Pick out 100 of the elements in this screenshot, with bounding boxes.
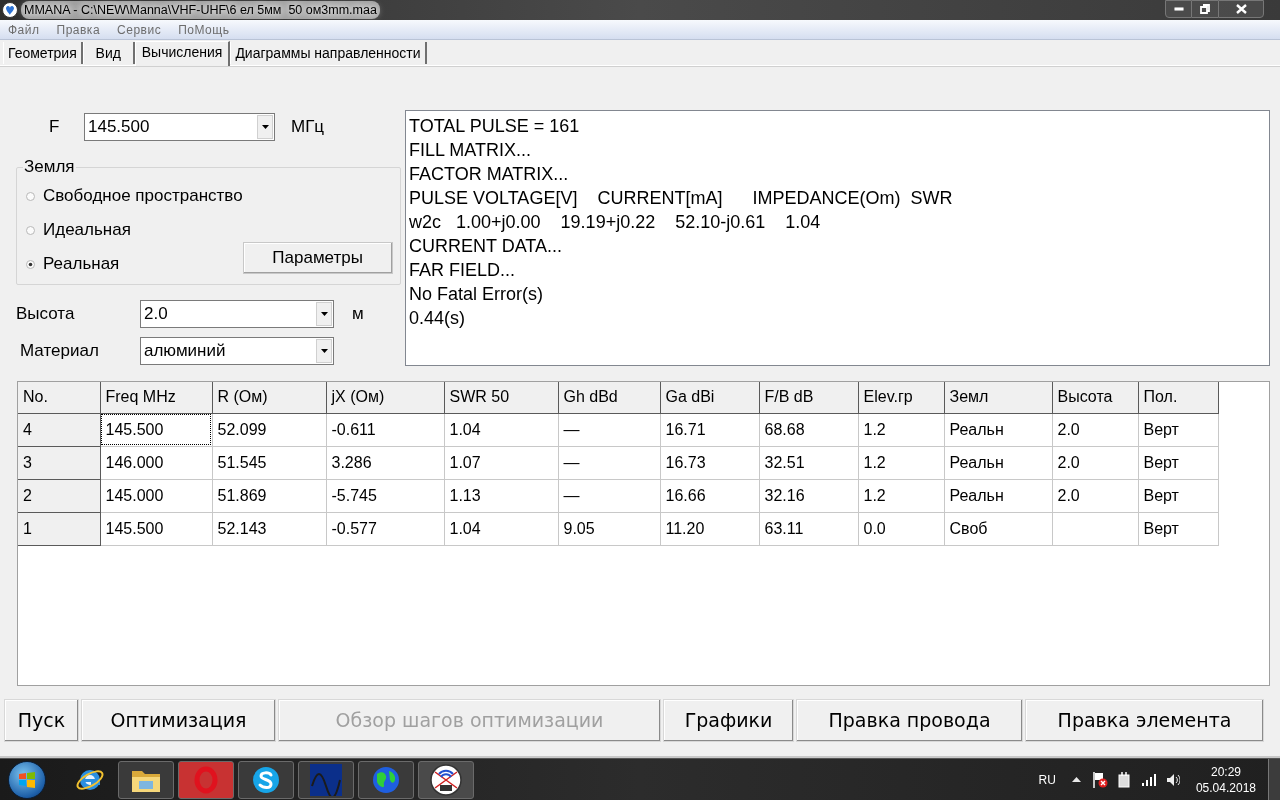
- table-cell: Верт: [1138, 413, 1218, 446]
- table-cell: Верт: [1138, 479, 1218, 512]
- column-header[interactable]: Земл: [944, 382, 1052, 413]
- column-header[interactable]: Gh dBd: [558, 382, 660, 413]
- table-cell: 3.286: [326, 446, 444, 479]
- table-cell: 51.545: [212, 446, 326, 479]
- signal-bars-icon[interactable]: [1141, 773, 1156, 786]
- taskbar-button[interactable]: [118, 760, 174, 799]
- unit-label: МГц: [291, 116, 325, 139]
- window-flag-icon: [18, 771, 36, 788]
- column-header[interactable]: SWR 50: [444, 382, 558, 413]
- column-header[interactable]: jX (Ом): [326, 382, 444, 413]
- taskbar-button[interactable]: [418, 760, 474, 799]
- run-button[interactable]: Пуск: [4, 699, 79, 742]
- minimize-button[interactable]: [1165, 0, 1192, 18]
- table-cell: 52.099: [212, 413, 326, 446]
- table-cell: 16.66: [660, 479, 759, 512]
- table-cell: Реальн: [944, 479, 1052, 512]
- column-header[interactable]: Elev.гр: [858, 382, 944, 413]
- graphs-button[interactable]: Графики: [663, 699, 794, 742]
- clock-date[interactable]: 05.04.2018: [1195, 779, 1256, 796]
- column-header[interactable]: Freq MHz: [100, 382, 212, 413]
- tab[interactable]: Геометрия: [3, 42, 83, 64]
- material-combobox[interactable]: алюминий: [140, 337, 334, 365]
- log-line: TOTAL PULSE = 161: [409, 115, 580, 138]
- row-header[interactable]: 2: [18, 479, 100, 512]
- speaker-icon[interactable]: [1165, 772, 1180, 787]
- table-cell: 1.04: [444, 413, 558, 446]
- table-cell: -5.745: [326, 479, 444, 512]
- height-label: Высота: [16, 304, 75, 324]
- log-line: w2c 1.00+j0.00 19.19+j0.22 52.10-j0.61 1.04: [409, 211, 821, 234]
- ring-icon: [194, 765, 218, 794]
- table-cell: 68.68: [759, 413, 858, 446]
- caret-up-icon[interactable]: [1071, 777, 1081, 782]
- material-label: Материал: [20, 341, 99, 361]
- row-header[interactable]: 4: [18, 413, 100, 446]
- dropdown-button[interactable]: [316, 339, 332, 363]
- column-header[interactable]: R (Ом): [212, 382, 326, 413]
- menu-item[interactable]: Правка: [49, 20, 108, 39]
- column-header[interactable]: No.: [18, 382, 100, 413]
- element-edit-button[interactable]: Правка элемента: [1025, 699, 1264, 742]
- start-button[interactable]: [8, 760, 46, 799]
- column-header[interactable]: F/B dB: [759, 382, 858, 413]
- frequency-label: F: [49, 117, 60, 137]
- radio-button[interactable]: [26, 259, 35, 269]
- table-cell: 11.20: [660, 512, 759, 545]
- plug-icon[interactable]: [1117, 771, 1132, 788]
- column-header[interactable]: Пол.: [1138, 382, 1218, 413]
- group-title: Земля: [23, 158, 76, 176]
- table-cell: 9.05: [558, 512, 660, 545]
- radio-button[interactable]: [26, 191, 35, 201]
- table-cell: 1.07: [444, 446, 558, 479]
- table-cell: 146.000: [100, 446, 212, 479]
- dropdown-button[interactable]: [316, 302, 332, 326]
- parameters-button[interactable]: Параметры: [242, 242, 393, 274]
- table-cell: Верт: [1138, 512, 1218, 545]
- table-cell: 52.143: [212, 512, 326, 545]
- table-cell: Своб: [944, 512, 1052, 545]
- sine-wave-icon: [310, 763, 342, 796]
- table-cell: 16.71: [660, 413, 759, 446]
- table-cell: 2.0: [1052, 479, 1138, 512]
- table-cell: -0.577: [326, 512, 444, 545]
- frequency-combobox[interactable]: 145.500: [84, 113, 275, 141]
- taskbar-button[interactable]: [358, 760, 414, 799]
- table-cell: Реальн: [944, 446, 1052, 479]
- log-line: FAR FIELD...: [409, 259, 516, 282]
- row-header[interactable]: 1: [18, 512, 100, 545]
- show-desktop-button[interactable]: [1268, 758, 1280, 800]
- clock-time[interactable]: 20:29: [1210, 763, 1241, 780]
- antenna-emblem-icon: [430, 763, 462, 796]
- height-combobox[interactable]: 2.0: [140, 300, 334, 328]
- restore-button[interactable]: [1192, 0, 1218, 18]
- table-cell: 1.2: [858, 479, 944, 512]
- optimize-button[interactable]: Оптимизация: [81, 699, 276, 742]
- taskbar-button[interactable]: [238, 760, 294, 799]
- column-header[interactable]: Высота: [1052, 382, 1138, 413]
- tab[interactable]: Вид: [82, 42, 135, 64]
- table-cell: 32.16: [759, 479, 858, 512]
- table-cell: 32.51: [759, 446, 858, 479]
- table-cell: 1.13: [444, 479, 558, 512]
- language-indicator[interactable]: RU: [1038, 770, 1056, 789]
- menu-item[interactable]: Сервис: [110, 20, 169, 39]
- dropdown-button[interactable]: [257, 115, 273, 139]
- table-cell: -0.611: [326, 413, 444, 446]
- wire-edit-button[interactable]: Правка провода: [796, 699, 1023, 742]
- menu-item[interactable]: ПоМощь: [171, 20, 237, 39]
- row-header[interactable]: 3: [18, 446, 100, 479]
- column-header[interactable]: Ga dBi: [660, 382, 759, 413]
- tab[interactable]: Вычисления: [134, 41, 231, 66]
- table-cell: Реальн: [944, 413, 1052, 446]
- table-cell: 63.11: [759, 512, 858, 545]
- radio-button[interactable]: [26, 225, 35, 235]
- caret-down-icon: [320, 349, 328, 353]
- table-cell: —: [558, 479, 660, 512]
- close-button[interactable]: [1218, 0, 1264, 18]
- table-cell: 145.500: [100, 413, 212, 446]
- tab[interactable]: Диаграммы направленности: [230, 42, 427, 64]
- menu-item[interactable]: Файл: [1, 20, 47, 39]
- table-cell: 1.2: [858, 413, 944, 446]
- flag-with-cross-icon[interactable]: [1092, 771, 1108, 788]
